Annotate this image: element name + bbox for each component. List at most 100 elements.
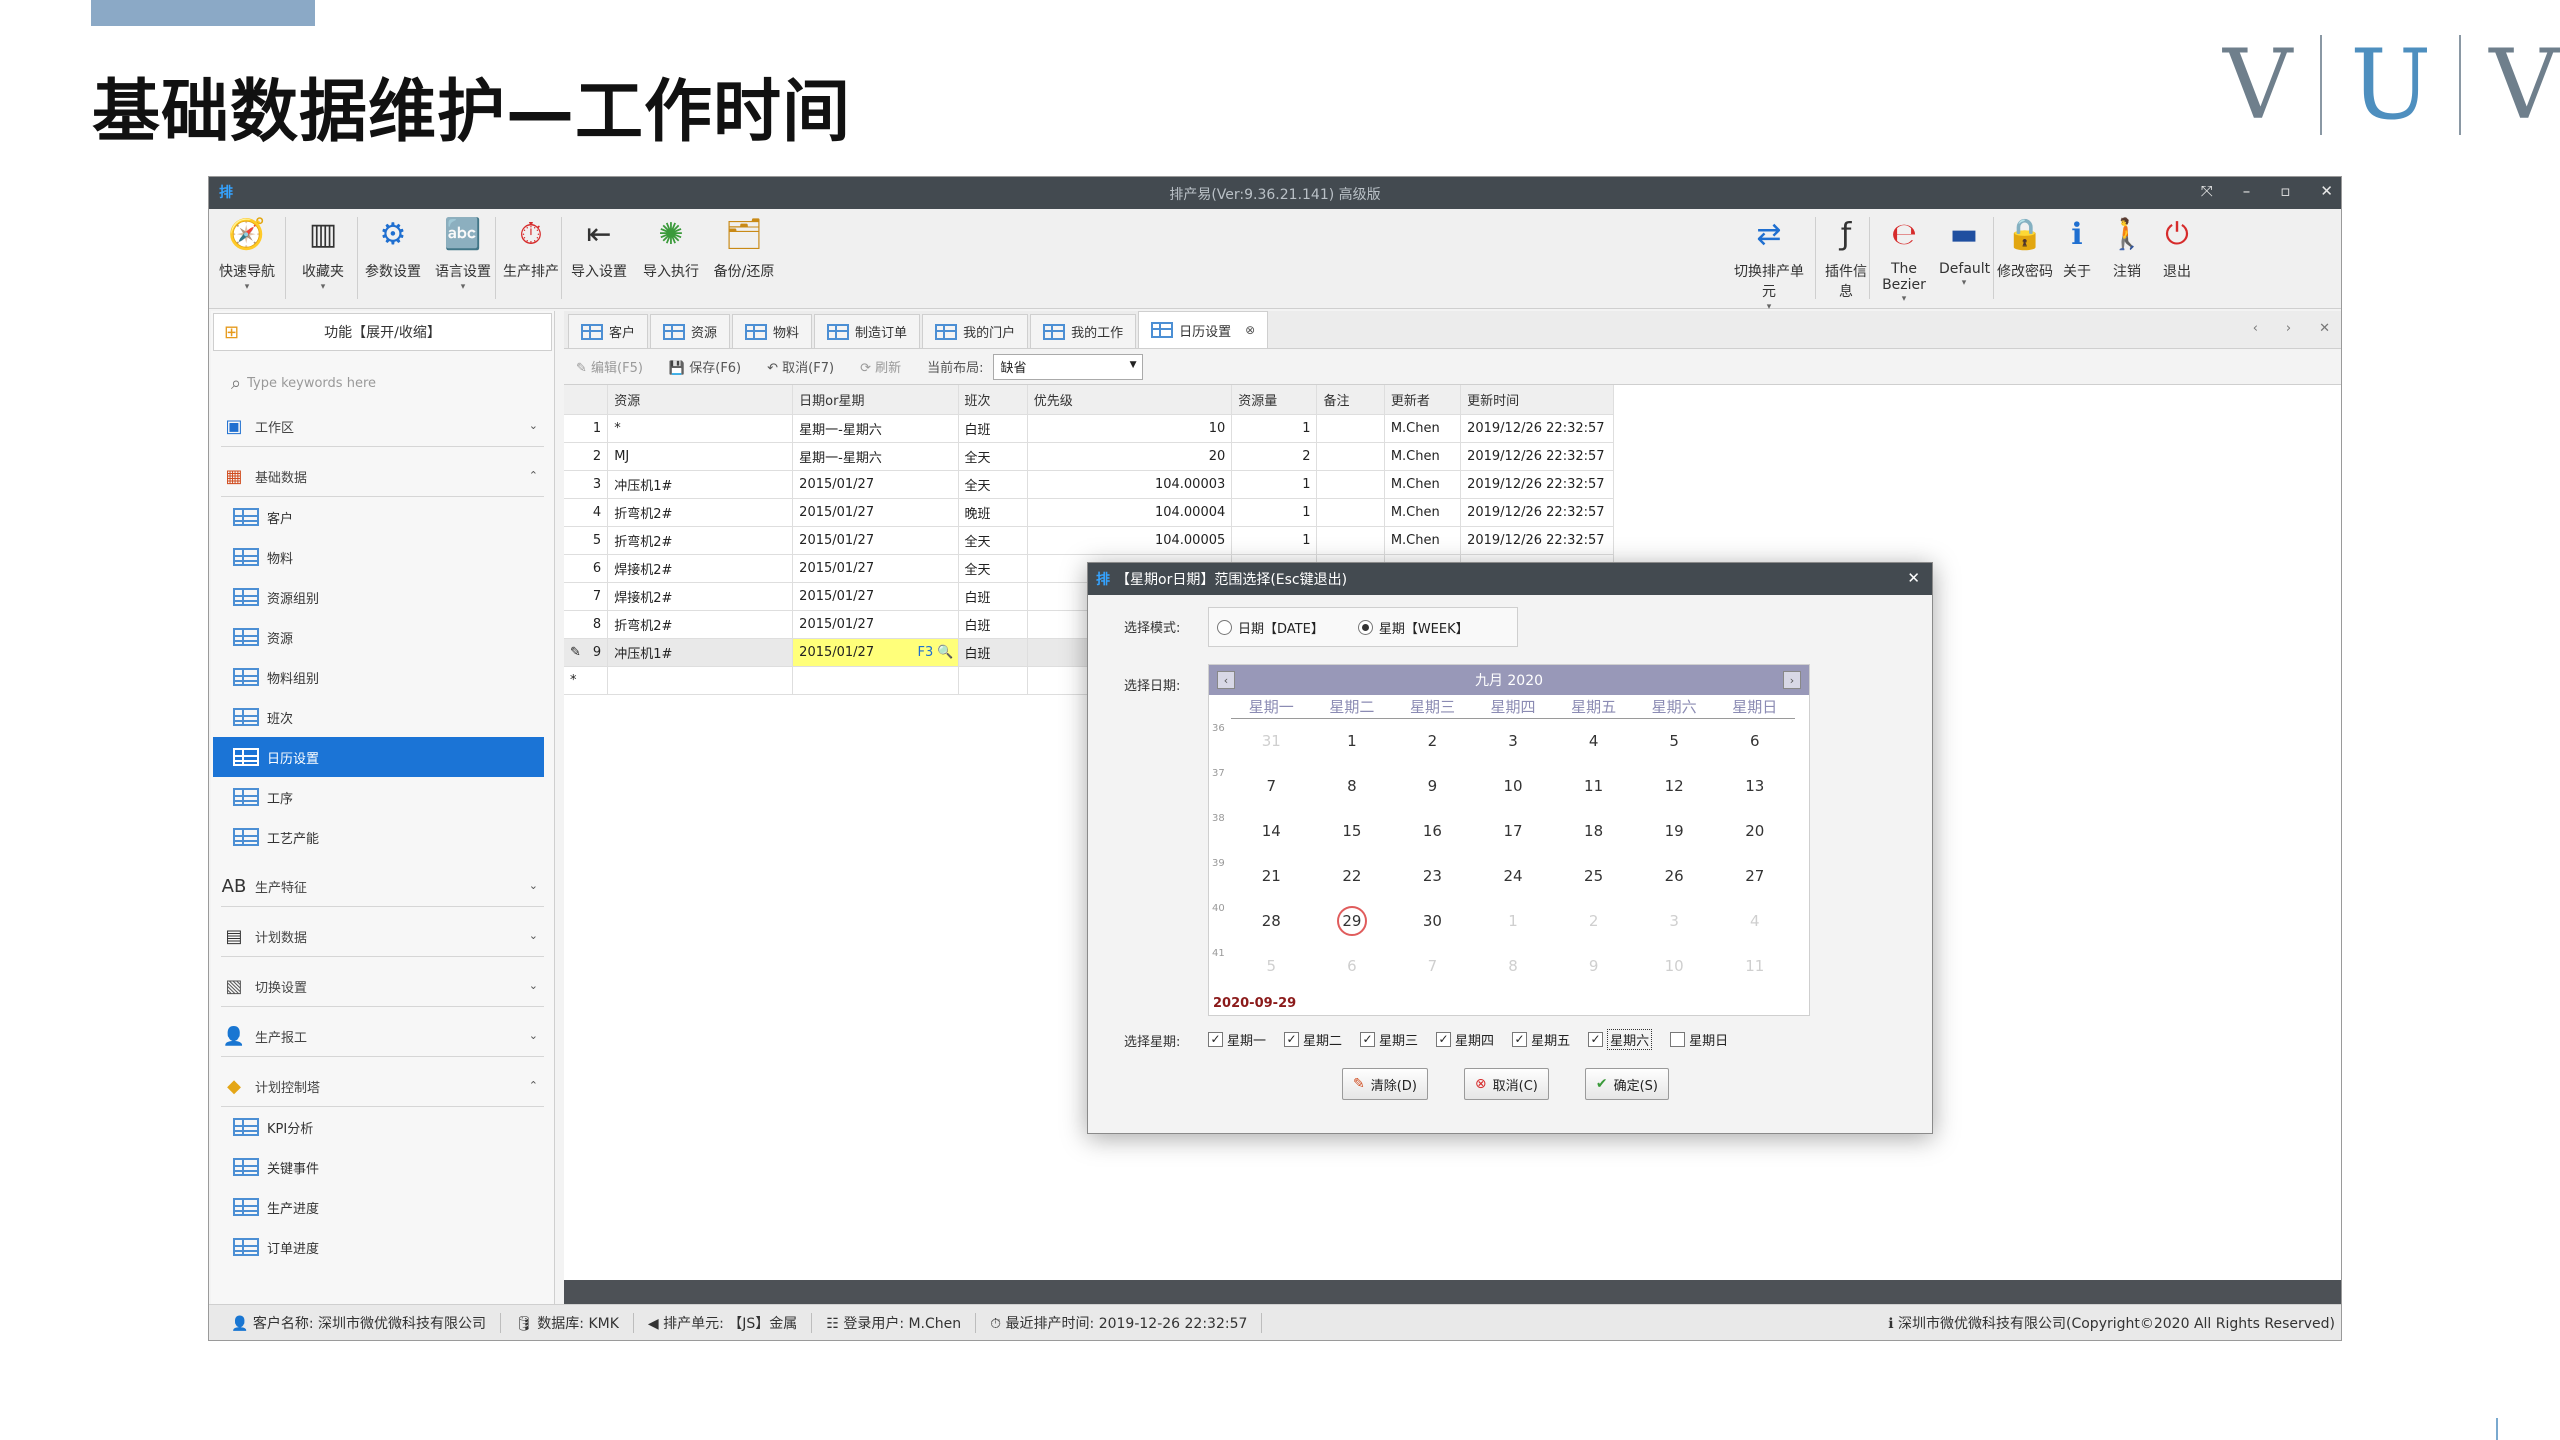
ribbon-gear-button[interactable]: ⚙ 参数设置 <box>361 215 425 281</box>
column-header[interactable]: 更新时间 <box>1461 385 1614 414</box>
weekday-checkbox-6[interactable]: ✓ 星期六 <box>1588 1029 1653 1050</box>
calendar-day[interactable]: 5 <box>1231 944 1312 989</box>
calendar-day[interactable]: 2 <box>1392 719 1473 764</box>
table-cell[interactable]: 2 <box>564 443 609 470</box>
table-cell[interactable]: 全天 <box>959 555 1028 582</box>
tab-5[interactable]: 我的门户 <box>922 314 1029 348</box>
weekday-checkbox-7[interactable]: 星期日 <box>1670 1029 1728 1050</box>
table-cell[interactable]: 折弯机2# <box>608 499 794 526</box>
weekday-checkbox-1[interactable]: ✓ 星期一 <box>1208 1029 1266 1050</box>
column-header[interactable]: 资源量 <box>1232 385 1318 414</box>
table-cell[interactable]: M.Chen <box>1385 443 1462 470</box>
table-cell[interactable] <box>1317 527 1385 554</box>
ribbon-clock-button[interactable]: ⏱ 生产排产 <box>499 215 563 281</box>
tab-6[interactable]: 我的工作 <box>1030 314 1137 348</box>
ribbon-favorites-button[interactable]: ▥ 收藏夹 ▾ <box>291 215 355 292</box>
cancel-button[interactable]: ↶ 取消(F7) <box>767 357 834 376</box>
table-cell[interactable]: M.Chen <box>1385 527 1462 554</box>
calendar-day[interactable]: 15 <box>1312 809 1393 854</box>
calendar-day[interactable]: 27 <box>1714 854 1795 899</box>
table-cell[interactable] <box>608 667 794 694</box>
nav-group-basic-data[interactable]: ▦ 基础数据 ⌃ <box>221 457 544 497</box>
search-input[interactable]: Type keywords here <box>247 376 376 391</box>
table-cell[interactable]: 2015/01/27 F3 🔍 <box>793 639 959 666</box>
calendar-day[interactable]: 30 <box>1392 899 1473 944</box>
table-cell[interactable]: M.Chen <box>1385 499 1462 526</box>
ribbon-power-button[interactable]: ⏻ 退出 <box>2155 215 2199 281</box>
calendar-day[interactable]: 14 <box>1231 809 1312 854</box>
table-cell[interactable]: 2019/12/26 22:32:57 <box>1461 499 1614 526</box>
panel-header[interactable]: ⊞ 功能【展开/收缩】 <box>213 313 552 351</box>
table-cell[interactable]: 冲压机1# <box>608 639 794 666</box>
calendar-day[interactable]: 11 <box>1714 944 1795 989</box>
table-cell[interactable]: 5 <box>564 527 609 554</box>
table-cell[interactable]: 2019/12/26 22:32:57 <box>1461 415 1614 442</box>
table-row[interactable]: 3 冲压机1# 2015/01/27 全天 104.00003 1 M.Chen 2019/1… <box>564 471 1614 499</box>
table-cell[interactable]: 2015/01/27 <box>793 471 959 498</box>
table-cell[interactable]: 折弯机2# <box>608 527 794 554</box>
calendar-day[interactable]: 6 <box>1714 719 1795 764</box>
sidebar-item[interactable]: KPI分析 <box>213 1107 544 1147</box>
weekday-checkbox-4[interactable]: ✓ 星期四 <box>1436 1029 1494 1050</box>
lookup-hint[interactable]: F3 🔍 <box>917 645 953 660</box>
next-month-button[interactable]: › <box>1783 671 1801 689</box>
layout-select[interactable]: 缺省 ▼ <box>993 353 1144 380</box>
table-cell[interactable]: 全天 <box>959 471 1028 498</box>
calendar-day[interactable]: 4 <box>1553 719 1634 764</box>
sidebar-item[interactable]: 订单进度 <box>213 1227 544 1267</box>
calendar-day[interactable]: 3 <box>1634 899 1715 944</box>
sidebar-item[interactable]: 客户 <box>213 497 544 537</box>
table-cell[interactable]: 10 <box>1028 415 1233 442</box>
table-cell[interactable]: MJ <box>608 443 794 470</box>
table-cell[interactable]: 晚班 <box>959 499 1028 526</box>
table-cell[interactable] <box>1317 471 1385 498</box>
tab-next-button[interactable]: › <box>2286 321 2291 336</box>
sidebar-item[interactable]: 资源 <box>213 617 544 657</box>
save-button[interactable]: 💾 保存(F6) <box>669 357 741 376</box>
weekday-checkbox-2[interactable]: ✓ 星期二 <box>1284 1029 1342 1050</box>
mode-week-radio[interactable]: 星期【WEEK】 <box>1357 618 1469 637</box>
sidebar-item[interactable]: 物料 <box>213 537 544 577</box>
table-cell[interactable]: 4 <box>564 499 609 526</box>
calendar-day[interactable]: 11 <box>1553 764 1634 809</box>
table-cell[interactable]: 焊接机2# <box>608 583 794 610</box>
calendar-day[interactable]: 1 <box>1312 719 1393 764</box>
calendar-day[interactable]: 2 <box>1553 899 1634 944</box>
ribbon-plugin-button[interactable]: ƒ 插件信息 <box>1821 215 1871 301</box>
tab-2[interactable]: 资源 <box>650 314 731 348</box>
column-header[interactable]: 优先级 <box>1028 385 1233 414</box>
table-cell[interactable]: 星期一-星期六 <box>793 415 959 442</box>
nav-group-control-tower[interactable]: ◆ 计划控制塔 ⌃ <box>221 1067 544 1107</box>
fullscreen-button[interactable]: ⤧ <box>2201 182 2213 200</box>
table-cell[interactable]: 2019/12/26 22:32:57 <box>1461 443 1614 470</box>
table-cell[interactable]: 2015/01/27 <box>793 583 959 610</box>
table-cell[interactable]: 1 <box>1232 527 1318 554</box>
column-header[interactable] <box>564 385 609 414</box>
nav-group-feature[interactable]: AB 生产特征 ⌄ <box>221 867 544 907</box>
calendar-day[interactable]: 25 <box>1553 854 1634 899</box>
ribbon-compass-button[interactable]: 🧭 快速导航 ▾ <box>215 215 279 292</box>
calendar-day-selected[interactable]: 29 <box>1312 899 1393 944</box>
nav-group-report[interactable]: 👤 生产报工 ⌄ <box>221 1017 544 1057</box>
table-cell[interactable]: 3 <box>564 471 609 498</box>
tab-prev-button[interactable]: ‹ <box>2253 321 2258 336</box>
weekday-checkbox-5[interactable]: ✓ 星期五 <box>1512 1029 1570 1050</box>
table-cell[interactable]: 全天 <box>959 527 1028 554</box>
prev-month-button[interactable]: ‹ <box>1217 671 1235 689</box>
calendar-day[interactable]: 8 <box>1312 764 1393 809</box>
table-cell[interactable]: 7 <box>564 583 609 610</box>
column-header[interactable]: 备注 <box>1317 385 1385 414</box>
table-cell[interactable]: 白班 <box>959 611 1028 638</box>
calendar-day[interactable]: 7 <box>1392 944 1473 989</box>
table-cell[interactable]: 2019/12/26 22:32:57 <box>1461 471 1614 498</box>
tab-3[interactable]: 物料 <box>732 314 813 348</box>
ribbon-lock-button[interactable]: 🔒 修改密码 <box>1997 215 2053 281</box>
table-row[interactable]: 4 折弯机2# 2015/01/27 晚班 104.00004 1 M.Chen 2019/1… <box>564 499 1614 527</box>
nav-group-workspace[interactable]: ▣ 工作区 ⌄ <box>221 407 544 447</box>
nav-group-switch-settings[interactable]: ▧ 切换设置 ⌄ <box>221 967 544 1007</box>
calendar-day[interactable]: 31 <box>1231 719 1312 764</box>
ribbon-logout-button[interactable]: 🚶 注销 <box>2105 215 2149 281</box>
table-row[interactable]: 5 折弯机2# 2015/01/27 全天 104.00005 1 M.Chen 2019/1… <box>564 527 1614 555</box>
calendar-day[interactable]: 18 <box>1553 809 1634 854</box>
table-cell[interactable]: 2015/01/27 <box>793 499 959 526</box>
